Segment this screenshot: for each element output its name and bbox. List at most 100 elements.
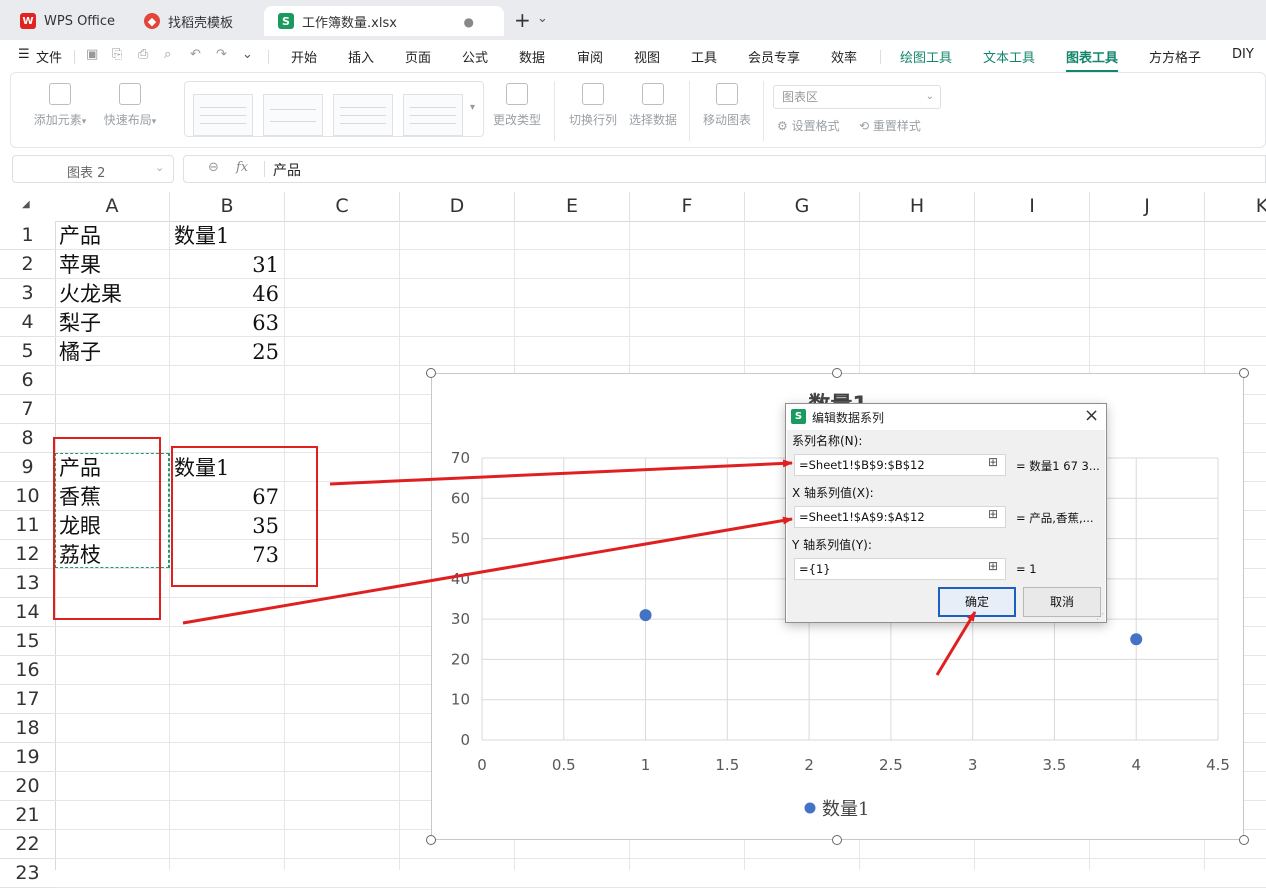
menu-insert[interactable]: 插入 [348,47,374,66]
resize-handle[interactable] [426,835,436,845]
cell-a2[interactable]: 苹果 [59,251,101,280]
gallery-expand-icon[interactable]: ▾ [470,102,475,113]
formula-bar[interactable]: ⊖ fx 产品 [183,155,1266,183]
series-name-input[interactable]: =Sheet1!$B$9:$B$12 [794,454,1006,476]
y-values-input[interactable]: ={1} [794,558,1006,580]
reset-style-button[interactable]: ⟲ 重置样式 [859,117,921,134]
chevron-down-icon[interactable]: ⌄ [155,161,164,174]
row-header-21[interactable]: 21 [0,801,55,830]
range-picker-icon[interactable]: ⊞ [982,455,1004,475]
change-type-button[interactable]: 更改类型 [489,83,545,128]
menu-member[interactable]: 会员专享 [748,47,800,66]
column-header-c[interactable]: C [285,192,400,221]
fx-icon[interactable]: fx [236,160,248,175]
menu-home[interactable]: 开始 [291,47,317,66]
row-header-17[interactable]: 17 [0,685,55,714]
x-values-input[interactable]: =Sheet1!$A$9:$A$12 [794,506,1006,528]
menu-efficiency[interactable]: 效率 [831,47,857,66]
row-header-22[interactable]: 22 [0,830,55,859]
chart-style-thumb[interactable] [403,94,463,136]
save-icon[interactable]: ▣ [86,47,98,62]
row-header-4[interactable]: 4 [0,308,55,337]
resize-handle[interactable] [832,835,842,845]
row-header-6[interactable]: 6 [0,366,55,395]
range-picker-icon[interactable]: ⊞ [982,559,1004,579]
column-header-j[interactable]: J [1090,192,1205,221]
column-header-e[interactable]: E [515,192,630,221]
column-header-i[interactable]: I [975,192,1090,221]
switch-rowcol-button[interactable]: 切换行列 [565,83,621,128]
zoom-icon[interactable]: ⊖ [208,160,219,175]
name-box[interactable]: 图表 2 ⌄ [12,155,174,183]
resize-handle[interactable] [426,368,436,378]
menu-page[interactable]: 页面 [405,47,431,66]
new-tab-button[interactable]: + [514,8,531,32]
row-header-20[interactable]: 20 [0,772,55,801]
row-header-11[interactable]: 11 [0,511,55,540]
tab-wps-office[interactable]: W WPS Office [6,6,124,36]
menu-text-tools[interactable]: 文本工具 [983,47,1035,66]
row-header-12[interactable]: 12 [0,540,55,569]
cell-b5[interactable]: 25 [170,338,279,367]
resize-grip-icon[interactable]: ⋰ [1096,612,1104,621]
column-header-d[interactable]: D [400,192,515,221]
resize-handle[interactable] [1239,368,1249,378]
quick-layout-button[interactable]: 快速布局▾ [99,83,161,128]
range-picker-icon[interactable]: ⊞ [982,507,1004,527]
column-header-b[interactable]: B [170,192,285,221]
export-icon[interactable]: ⎘ [112,47,122,62]
select-all-corner-icon[interactable]: ◢ [22,199,30,210]
column-header-a[interactable]: A [55,192,170,221]
close-icon[interactable]: × [1084,405,1099,426]
row-header-14[interactable]: 14 [0,598,55,627]
select-data-button[interactable]: 选择数据 [625,83,681,128]
column-header-g[interactable]: G [745,192,860,221]
print-icon[interactable]: ⎙ [138,47,148,62]
undo-icon[interactable]: ↶ [190,47,201,62]
chevron-down-icon[interactable]: ⌄ [242,47,253,62]
legend-label[interactable]: 数量1 [822,799,869,820]
set-format-button[interactable]: ⚙ 设置格式 [777,117,840,134]
cell-b1[interactable]: 数量1 [174,222,229,251]
column-header-k[interactable]: K [1205,192,1266,221]
cell-b2[interactable]: 31 [170,251,279,280]
add-element-button[interactable]: 添加元素▾ [29,83,91,128]
chart-area-select[interactable]: 图表区 ⌄ [773,85,941,109]
ok-button[interactable]: 确定 [938,587,1016,617]
cell-a3[interactable]: 火龙果 [59,280,122,309]
dialog-titlebar[interactable]: S 编辑数据系列 × [786,404,1106,430]
print-preview-icon[interactable]: ⌕ [164,47,171,62]
menu-tools[interactable]: 工具 [691,47,717,66]
move-chart-button[interactable]: 移动图表 [699,83,755,128]
chart-style-thumb[interactable] [193,94,253,136]
menu-drawing-tools[interactable]: 绘图工具 [900,47,952,66]
row-header-16[interactable]: 16 [0,656,55,685]
redo-icon[interactable]: ↷ [216,47,227,62]
menu-file[interactable]: 文件 [36,47,62,66]
row-header-7[interactable]: 7 [0,395,55,424]
data-point[interactable] [639,609,652,622]
cell-a5[interactable]: 橘子 [59,338,101,367]
row-header-3[interactable]: 3 [0,279,55,308]
column-header-f[interactable]: F [630,192,745,221]
cell-b4[interactable]: 63 [170,309,279,338]
menu-chart-tools[interactable]: 图表工具 [1066,47,1119,72]
cancel-button[interactable]: 取消 [1023,587,1101,617]
menu-view[interactable]: 视图 [634,47,660,66]
menu-fangfang[interactable]: 方方格子 [1149,47,1201,66]
hamburger-icon[interactable]: ☰ [18,47,30,62]
menu-formula[interactable]: 公式 [462,47,488,66]
row-header-15[interactable]: 15 [0,627,55,656]
row-header-19[interactable]: 19 [0,743,55,772]
cell-b3[interactable]: 46 [170,280,279,309]
menu-data[interactable]: 数据 [519,47,545,66]
row-header-5[interactable]: 5 [0,337,55,366]
row-header-2[interactable]: 2 [0,250,55,279]
row-header-23[interactable]: 23 [0,859,55,888]
data-point[interactable] [1130,633,1143,646]
menu-diy[interactable]: DIY [1232,47,1254,62]
resize-handle[interactable] [1239,835,1249,845]
chart-style-gallery[interactable]: ▾ [184,81,484,137]
row-header-9[interactable]: 9 [0,453,55,482]
cell-a4[interactable]: 梨子 [59,309,101,338]
